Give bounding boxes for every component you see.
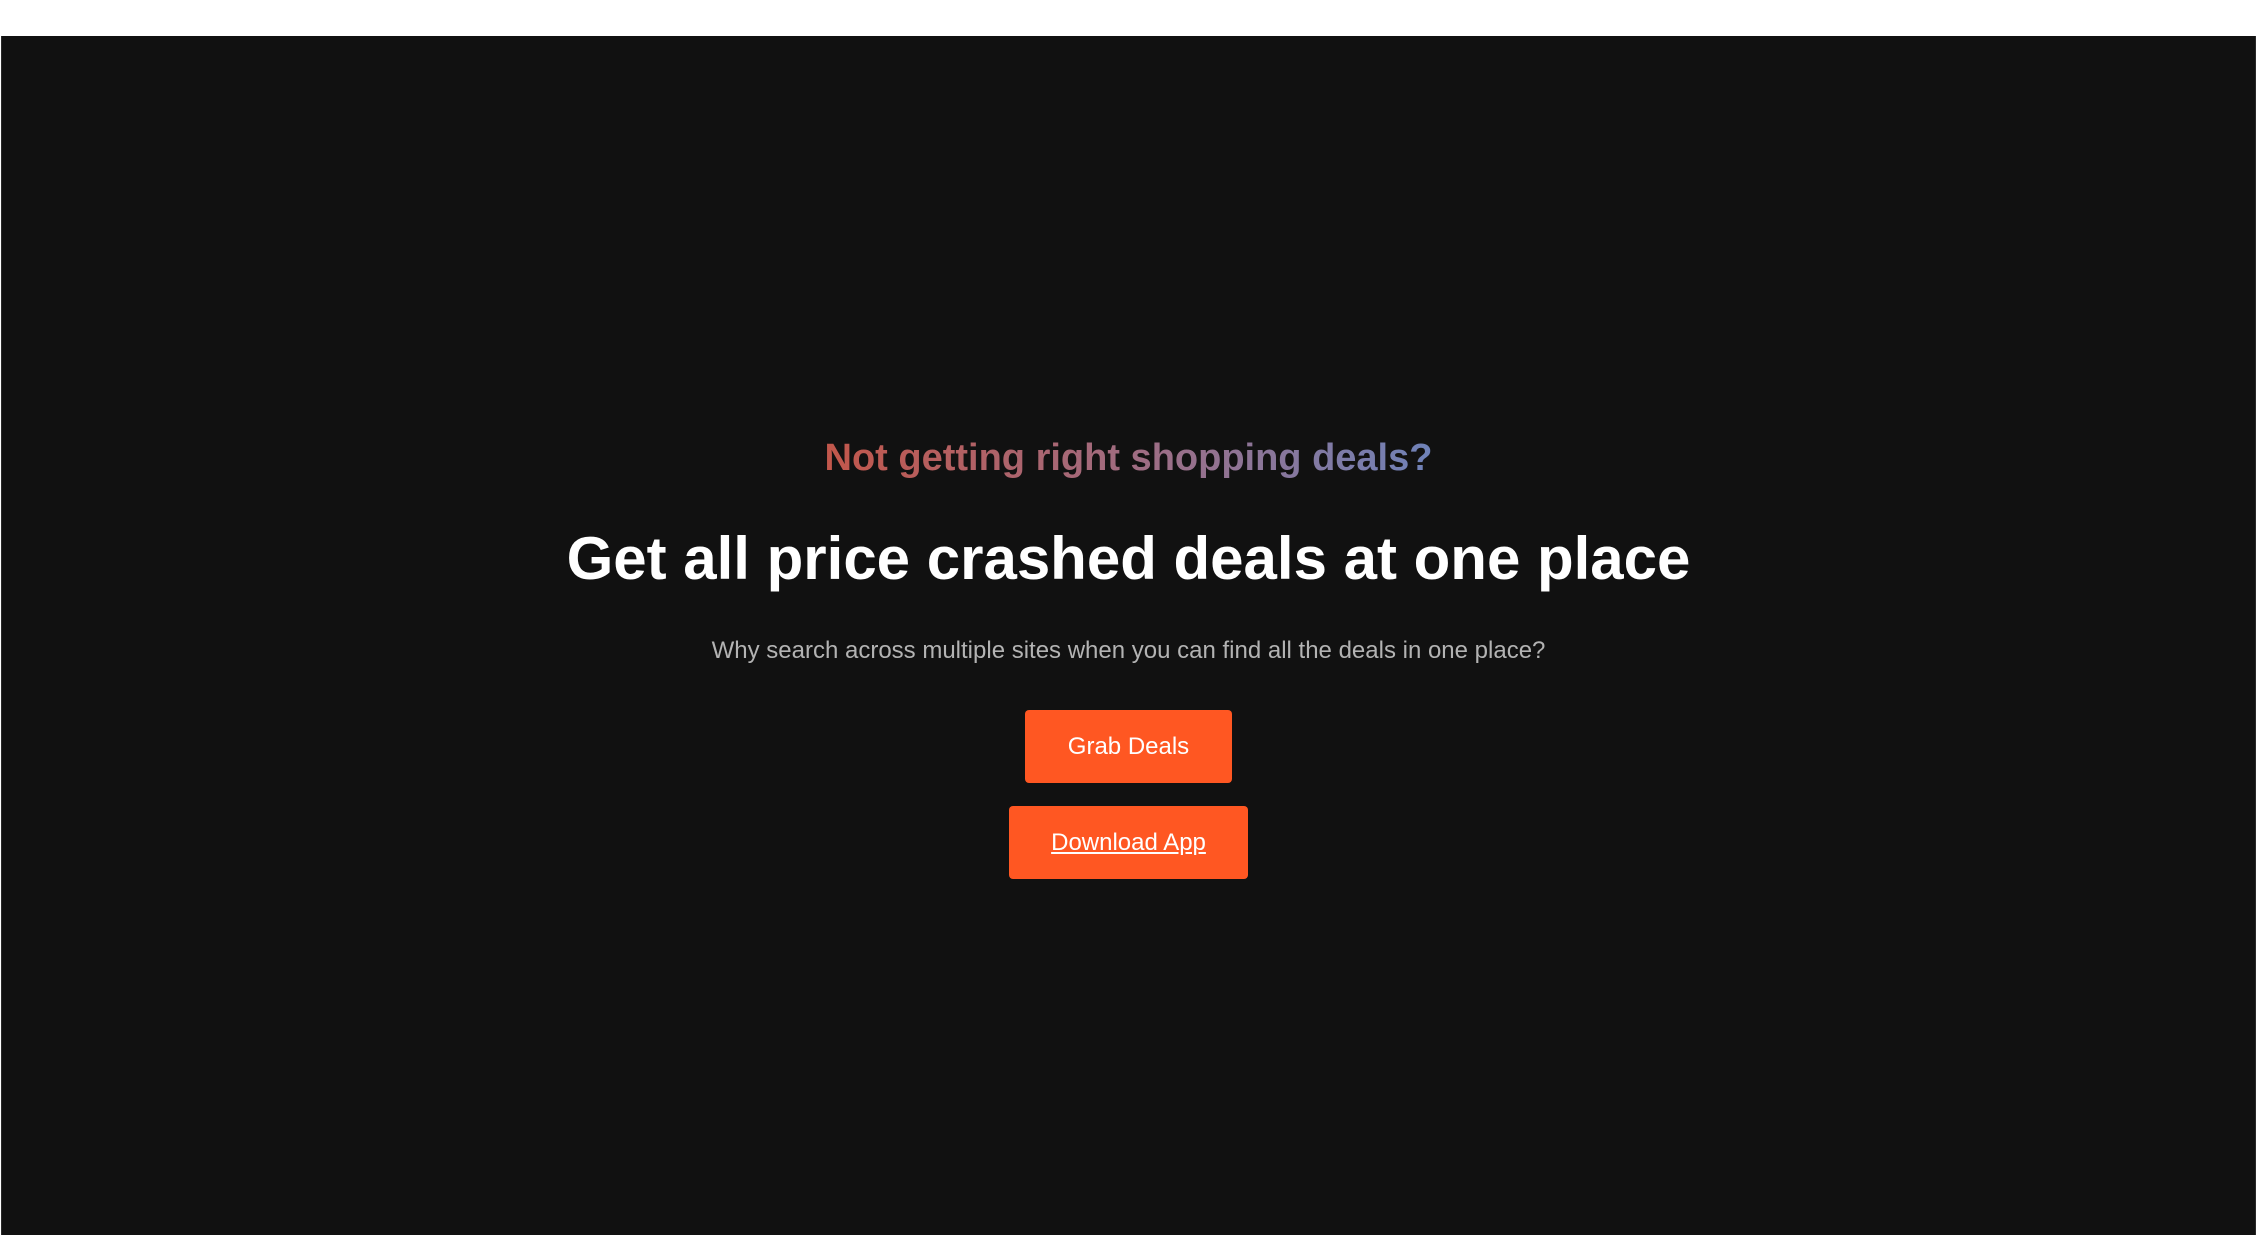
download-app-button[interactable]: Download App — [1009, 806, 1248, 879]
hero-section: Not getting right shopping deals? Get al… — [1, 36, 2256, 1235]
download-app-row: Download App — [2, 783, 2255, 879]
hero-eyebrow: Not getting right shopping deals? — [824, 437, 1433, 479]
eyebrow-row: Not getting right shopping deals? — [2, 436, 2255, 480]
hero-subtext: Why search across multiple sites when yo… — [711, 637, 1546, 664]
hero-content: Not getting right shopping deals? Get al… — [2, 436, 2255, 879]
grab-deals-row: Grab Deals — [2, 666, 2255, 783]
grab-deals-button[interactable]: Grab Deals — [1025, 710, 1232, 783]
hero-headline: Get all price crashed deals at one place — [566, 525, 1691, 592]
